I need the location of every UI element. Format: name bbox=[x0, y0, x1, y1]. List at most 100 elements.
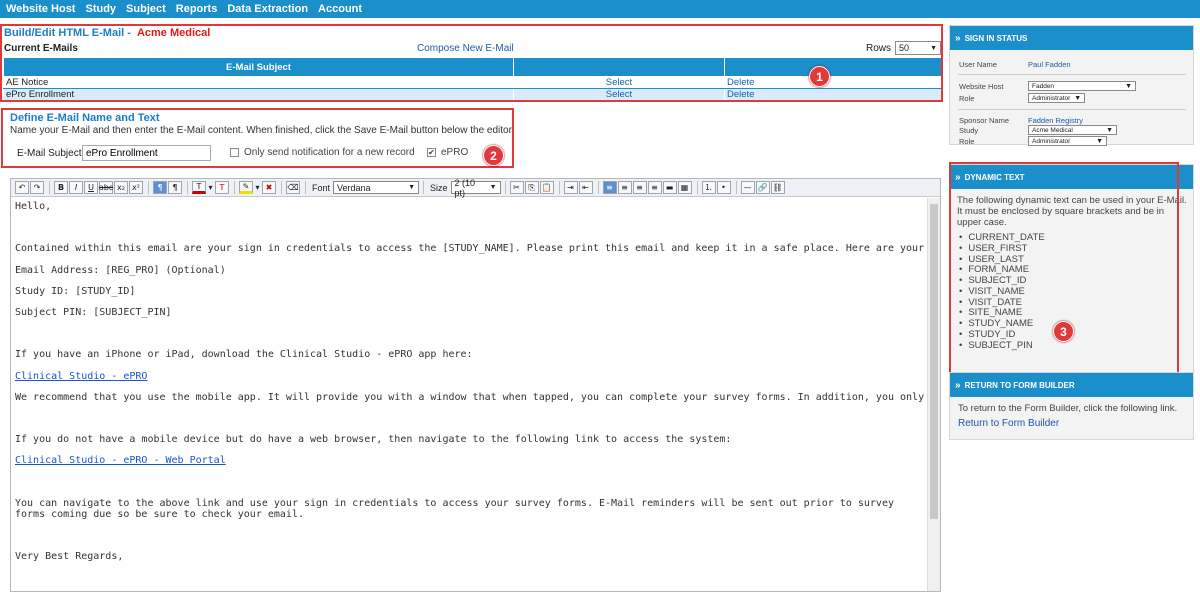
rows-label: Rows bbox=[866, 42, 892, 54]
divider bbox=[958, 109, 1186, 110]
size-label: Size bbox=[430, 182, 448, 193]
toolbar-divider bbox=[187, 181, 188, 194]
column-header-subject: E-Mail Subject bbox=[3, 57, 514, 77]
copy-icon[interactable]: ⎘ bbox=[524, 181, 539, 194]
double-chevron-icon: » bbox=[955, 171, 960, 183]
toolbar-divider bbox=[148, 181, 149, 194]
editor-line bbox=[15, 476, 923, 497]
clear-highlight-icon[interactable]: ✖ bbox=[262, 181, 276, 194]
dynamic-text-list: CURRENT_DATE USER_FIRST USER_LAST FORM_N… bbox=[959, 232, 1045, 351]
table-row: AE Notice Select Delete bbox=[3, 76, 942, 89]
role-select[interactable]: Administrator ▼ bbox=[1028, 93, 1085, 103]
subscript-icon[interactable]: x₂ bbox=[114, 181, 128, 194]
toolbar-divider bbox=[597, 181, 599, 194]
dynamic-text-header: » DYNAMIC TEXT bbox=[950, 165, 1193, 189]
remove-link-icon[interactable]: ⛓ bbox=[770, 181, 785, 194]
web-portal-link[interactable]: Clinical Studio - ePRO - Web Portal bbox=[15, 455, 923, 476]
select-link[interactable]: Select bbox=[513, 76, 725, 89]
ltr-icon[interactable]: ¶ bbox=[153, 181, 167, 194]
chevron-down-icon: ▼ bbox=[1074, 94, 1082, 102]
editor-line: Email Address: [REG_PRO] (Optional) bbox=[15, 264, 226, 276]
text-color-dropdown-icon[interactable]: ▾ bbox=[207, 181, 214, 194]
horizontal-rule-icon[interactable]: — bbox=[740, 181, 755, 194]
size-select-value: 2 (10 pt) bbox=[454, 177, 476, 198]
strikethrough-icon[interactable]: abc bbox=[99, 181, 113, 194]
select-link[interactable]: Select bbox=[513, 88, 725, 101]
divider bbox=[958, 74, 1186, 75]
scrollbar-thumb[interactable] bbox=[930, 204, 938, 519]
role-select[interactable]: Administrator ▼ bbox=[1028, 136, 1107, 146]
block-icon[interactable]: ▬ bbox=[662, 181, 677, 194]
nav-website-host[interactable]: Website Host bbox=[0, 3, 80, 15]
only-send-checkbox[interactable] bbox=[230, 148, 239, 157]
indent-icon[interactable]: ⇥ bbox=[563, 181, 578, 194]
undo-icon[interactable]: ↶ bbox=[15, 181, 29, 194]
email-subject-input[interactable] bbox=[82, 145, 211, 161]
study-select[interactable]: Acme Medical ▼ bbox=[1028, 125, 1117, 135]
define-email-title: Define E-Mail Name and Text bbox=[10, 112, 160, 124]
numbered-list-icon[interactable]: ⒈ bbox=[701, 181, 716, 194]
epro-option[interactable]: ✔ ePRO bbox=[427, 147, 468, 158]
sign-in-status-panel: » SIGN IN STATUS User Name Paul Fadden W… bbox=[949, 25, 1194, 146]
cut-icon[interactable]: ✂ bbox=[509, 181, 524, 194]
only-send-new-record-option[interactable]: Only send notification for a new record bbox=[230, 147, 415, 158]
editor-line: If you do not have a mobile device but d… bbox=[15, 434, 732, 446]
callout-badge-2: 2 bbox=[483, 145, 504, 166]
highlight-dropdown-icon[interactable]: ▾ bbox=[254, 181, 261, 194]
list-item: STUDY_ID bbox=[959, 329, 1045, 341]
nav-account[interactable]: Account bbox=[313, 3, 367, 15]
editor-line bbox=[15, 328, 923, 349]
return-to-form-builder-link[interactable]: Return to Form Builder bbox=[958, 418, 1059, 429]
study-select-value: Acme Medical bbox=[1032, 126, 1073, 134]
define-email-help: Name your E-Mail and then enter the E-Ma… bbox=[10, 125, 515, 136]
delete-link[interactable]: Delete bbox=[724, 76, 942, 89]
align-justify-icon[interactable]: ≡ bbox=[647, 181, 662, 194]
table-icon[interactable]: ▦ bbox=[677, 181, 692, 194]
delete-link[interactable]: Delete bbox=[724, 88, 942, 101]
role-select-value: Administrator bbox=[1032, 137, 1071, 145]
clinical-studio-epro-link[interactable]: Clinical Studio - ePRO bbox=[15, 371, 923, 392]
nav-data-extraction[interactable]: Data Extraction bbox=[222, 3, 313, 15]
redo-icon[interactable]: ↷ bbox=[30, 181, 44, 194]
italic-icon[interactable]: I bbox=[69, 181, 83, 194]
column-header-delete bbox=[724, 57, 942, 77]
insert-link-icon[interactable]: 🔗 bbox=[755, 181, 770, 194]
eraser-icon[interactable]: ⌫ bbox=[286, 181, 300, 194]
align-center-icon[interactable]: ≡ bbox=[617, 181, 632, 194]
user-name-value[interactable]: Paul Fadden bbox=[1028, 60, 1071, 69]
underline-icon[interactable]: U bbox=[84, 181, 98, 194]
rows-select[interactable]: 50 ▼ bbox=[895, 41, 942, 55]
outdent-icon[interactable]: ⇤ bbox=[578, 181, 593, 194]
editor-content[interactable]: Hello, Contained within this email are y… bbox=[11, 198, 927, 591]
bulleted-list-icon[interactable]: • bbox=[716, 181, 731, 194]
website-host-select[interactable]: Fadden ▼ bbox=[1028, 81, 1136, 91]
rtl-icon[interactable]: ¶ bbox=[168, 181, 182, 194]
editor-scrollbar[interactable] bbox=[927, 198, 940, 591]
remove-format-icon[interactable]: T bbox=[215, 181, 229, 194]
table-row: ePro Enrollment Select Delete bbox=[3, 88, 942, 101]
toolbar-divider bbox=[558, 181, 560, 194]
sign-in-status-title: SIGN IN STATUS bbox=[964, 33, 1028, 43]
nav-reports[interactable]: Reports bbox=[171, 3, 223, 15]
superscript-icon[interactable]: x² bbox=[129, 181, 143, 194]
main-content: Build/Edit HTML E-Mail - Acme Medical Cu… bbox=[0, 24, 944, 592]
font-select[interactable]: Verdana ▼ bbox=[333, 181, 420, 194]
align-right-icon[interactable]: ≡ bbox=[632, 181, 647, 194]
size-select[interactable]: 2 (10 pt) ▼ bbox=[450, 178, 501, 198]
align-left-icon[interactable]: ≡ bbox=[602, 181, 617, 194]
paste-icon[interactable]: 📋 bbox=[539, 181, 554, 194]
compose-new-email-link[interactable]: Compose New E-Mail bbox=[417, 43, 514, 54]
only-send-label: Only send notification for a new record bbox=[244, 147, 415, 158]
nav-study[interactable]: Study bbox=[80, 3, 121, 15]
bold-icon[interactable]: B bbox=[54, 181, 68, 194]
return-title: RETURN TO FORM BUILDER bbox=[964, 380, 1075, 390]
sponsor-name-value[interactable]: Fadden Registry bbox=[1028, 116, 1083, 125]
highlight-color-icon[interactable]: ✎ bbox=[239, 181, 253, 194]
editor-line: Contained within this email are your sig… bbox=[15, 243, 927, 255]
epro-checkbox[interactable]: ✔ bbox=[427, 148, 436, 157]
dynamic-text-title: DYNAMIC TEXT bbox=[964, 172, 1025, 182]
text-color-icon[interactable]: T bbox=[192, 181, 206, 194]
toolbar-divider bbox=[305, 181, 306, 194]
font-label: Font bbox=[312, 182, 331, 193]
nav-subject[interactable]: Subject bbox=[121, 3, 171, 15]
